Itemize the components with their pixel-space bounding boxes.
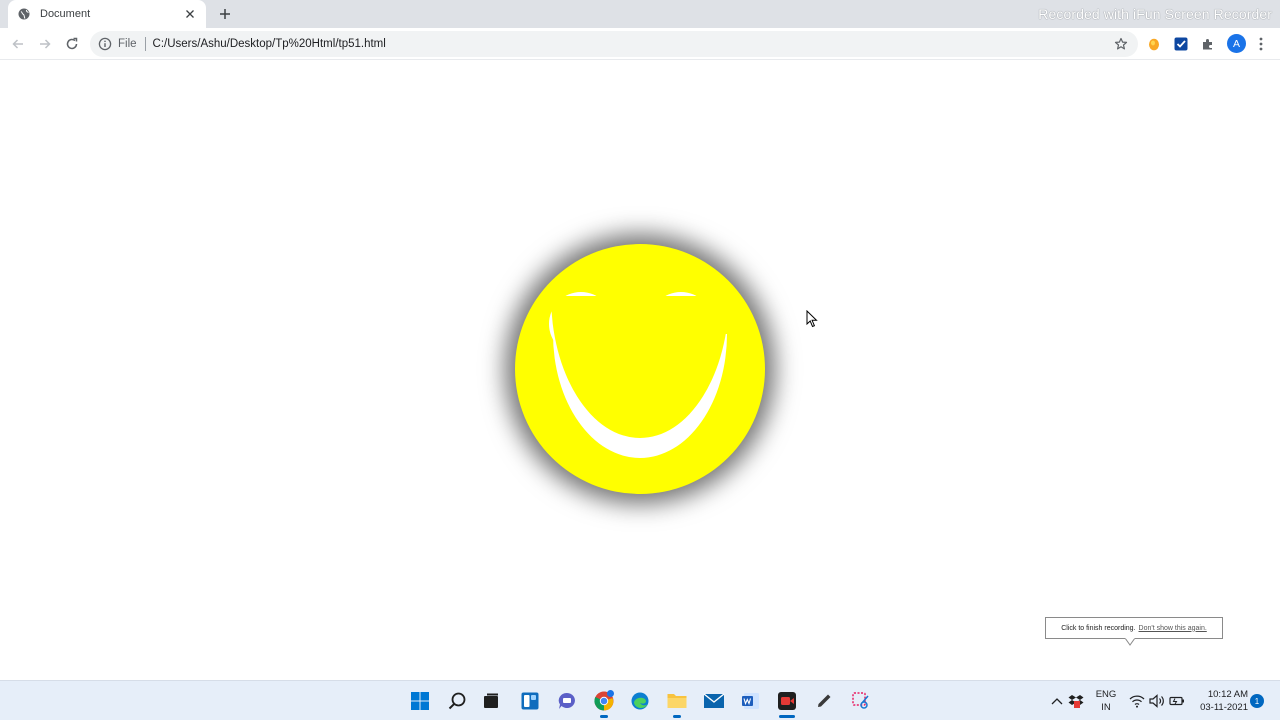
language-line2: IN <box>1101 702 1111 713</box>
chrome-running-indicator <box>600 715 608 718</box>
profile-avatar[interactable]: A <box>1227 34 1246 53</box>
task-view-icon[interactable] <box>480 690 502 712</box>
windows-start-icon[interactable] <box>409 690 431 712</box>
show-hidden-icons-chevron-icon[interactable] <box>1049 693 1065 709</box>
recorder-tooltip[interactable]: Click to finish recording. Don't show th… <box>1045 617 1223 639</box>
page-viewport <box>0 60 1280 680</box>
battery-icon[interactable] <box>1169 693 1185 709</box>
bookmark-star-icon[interactable] <box>1114 37 1128 51</box>
tab-document[interactable]: Document <box>8 0 206 28</box>
tooltip-pointer <box>1125 638 1135 646</box>
volume-icon[interactable] <box>1149 693 1165 709</box>
edge-icon[interactable] <box>629 690 651 712</box>
close-tab-icon[interactable] <box>182 6 198 22</box>
kebab-menu-icon[interactable] <box>1254 36 1268 52</box>
url-text[interactable]: C:/Users/Ashu/Desktop/Tp%20Html/tp51.htm… <box>153 38 1114 50</box>
honey-extension-icon[interactable] <box>1146 36 1162 52</box>
recorder-running-indicator <box>779 715 795 718</box>
wifi-icon[interactable] <box>1129 693 1145 709</box>
address-bar[interactable]: File C:/Users/Ashu/Desktop/Tp%20Html/tp5… <box>90 31 1138 57</box>
widgets-icon[interactable] <box>519 690 541 712</box>
language-line1: ENG <box>1095 689 1117 700</box>
back-button[interactable] <box>10 36 26 52</box>
clock-date: 03-11-2021 <box>1200 702 1248 713</box>
language-indicator[interactable]: ENG IN <box>1094 688 1118 714</box>
tooltip-message: Click to finish recording. <box>1061 624 1136 632</box>
notification-badge[interactable]: 1 <box>1250 694 1264 708</box>
scheme-label: File <box>118 38 137 50</box>
dont-show-again-link[interactable]: Don't show this again. <box>1139 625 1207 632</box>
smiley-face <box>515 244 765 494</box>
snipping-tool-icon[interactable] <box>850 690 872 712</box>
dropbox-icon[interactable] <box>1068 693 1084 709</box>
screen-recorder-icon[interactable] <box>776 690 798 712</box>
checkmark-extension-icon[interactable] <box>1173 36 1189 52</box>
mail-icon[interactable] <box>703 690 725 712</box>
puzzle-icon[interactable] <box>1200 36 1216 52</box>
pen-icon[interactable] <box>813 690 835 712</box>
reload-button[interactable] <box>64 36 80 52</box>
system-clock[interactable]: 10:12 AM 03-11-2021 <box>1196 688 1248 714</box>
tab-strip: Document Recorded with iFun Screen Recor… <box>0 0 1280 28</box>
forward-button[interactable] <box>37 36 53 52</box>
browser-toolbar: File C:/Users/Ashu/Desktop/Tp%20Html/tp5… <box>0 28 1280 60</box>
tab-title: Document <box>40 8 91 20</box>
search-icon[interactable] <box>446 690 468 712</box>
word-icon[interactable] <box>740 690 762 712</box>
info-icon[interactable] <box>98 37 112 51</box>
globe-icon <box>18 8 30 20</box>
teams-chat-icon[interactable] <box>556 690 578 712</box>
address-divider <box>144 37 146 51</box>
new-tab-button[interactable] <box>216 5 234 23</box>
explorer-running-indicator <box>673 715 681 718</box>
clock-time: 10:12 AM <box>1207 689 1248 700</box>
mouse-cursor-icon <box>806 310 818 328</box>
recorder-watermark: Recorded with iFun Screen Recorder <box>1038 6 1272 22</box>
file-explorer-icon[interactable] <box>666 690 688 712</box>
windows-taskbar: ENG IN 10:12 AM 03-11-2021 1 <box>0 680 1280 720</box>
chrome-icon[interactable] <box>593 690 615 712</box>
